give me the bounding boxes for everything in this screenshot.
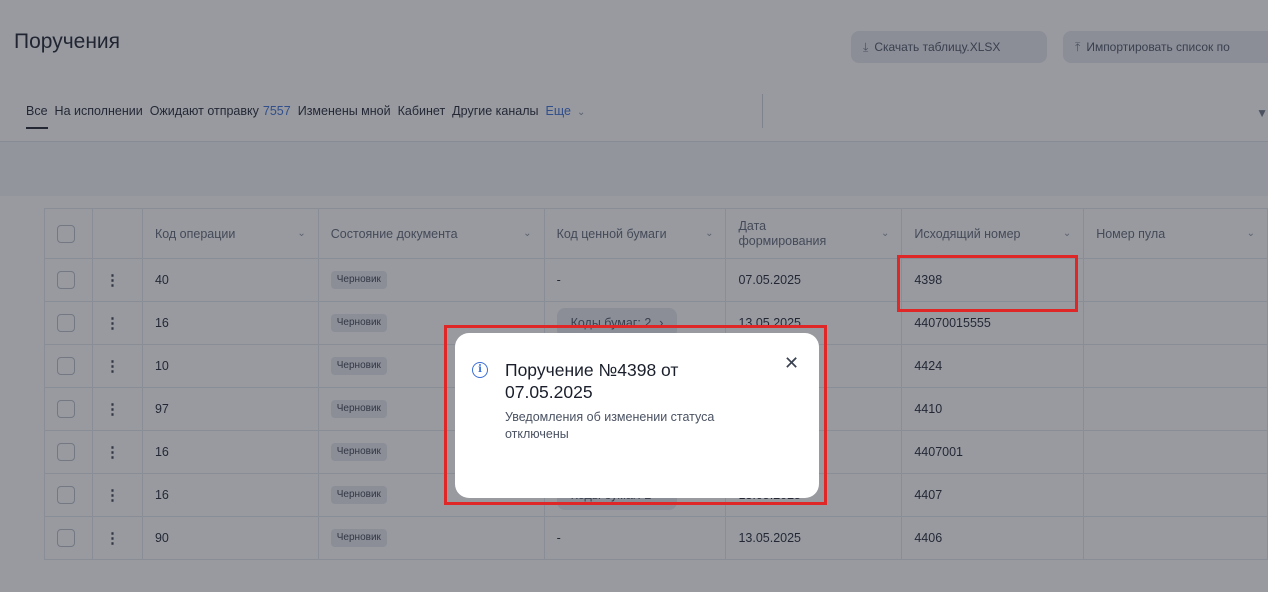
info-icon: i (472, 362, 488, 378)
notification-toast: i Поручение №4398 от 07.05.2025 Уведомле… (455, 333, 819, 498)
toast-message: Уведомления об изменении статуса отключе… (505, 410, 715, 441)
close-icon[interactable]: ✕ (784, 353, 799, 374)
toast-title: Поручение №4398 от 07.05.2025 (505, 360, 679, 402)
highlight-outgoing-number (897, 255, 1078, 312)
